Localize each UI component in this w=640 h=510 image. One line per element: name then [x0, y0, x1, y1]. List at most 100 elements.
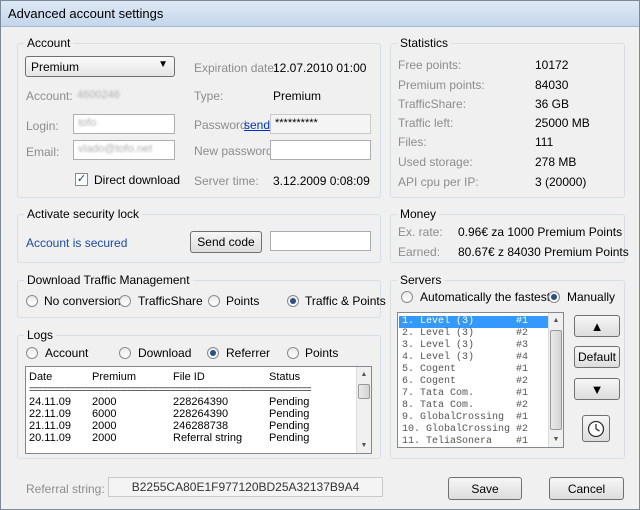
statistics-group-title: Statistics [397, 36, 452, 50]
account-type-select-value: Premium [31, 60, 80, 74]
servers-scrollbar[interactable]: ▲ ▼ [548, 313, 563, 447]
server-item[interactable]: 10. GlobalCrossing #2 [399, 424, 548, 436]
save-button[interactable]: Save [448, 477, 522, 500]
logs-radio-account[interactable] [26, 347, 38, 359]
default-button[interactable]: Default [574, 346, 620, 368]
servers-mode-label[interactable]: Manually [567, 290, 615, 304]
logs-cell-date: 20.11.09 [29, 432, 72, 444]
exchange-rate-value: 0.96€ za 1000 Premium Points [458, 225, 623, 239]
account-type-select[interactable]: Premium ▼ [25, 56, 175, 77]
traffic-radio-no-conversion[interactable] [26, 295, 38, 307]
email-input-value: vlado@tofo.net [78, 143, 153, 155]
scroll-up-icon[interactable]: ▲ [357, 367, 371, 382]
server-item[interactable]: 7. Tata Com. #1 [399, 388, 548, 400]
server-item[interactable]: 3. Level (3) #3 [399, 340, 548, 352]
logs-scrollbar[interactable]: ▲ ▼ [356, 367, 371, 453]
logs-filter-label[interactable]: Referrer [226, 346, 270, 360]
referral-string-field[interactable]: B2255CA80E1F977120BD25A32137B9A4 [108, 477, 383, 497]
server-item-tag: #3 [516, 340, 529, 351]
logs-row[interactable]: 24.11.09 2000 228264390 Pending [26, 397, 356, 408]
server-item[interactable]: 11. TeliaSonera #1 [399, 436, 548, 447]
server-item[interactable]: 2. Level (3) #2 [399, 328, 548, 340]
security-status: Account is secured [26, 236, 128, 250]
server-item-name: 11. TeliaSonera [402, 436, 493, 447]
window-title: Advanced account settings [8, 6, 164, 21]
logs-radio-referrer[interactable] [207, 347, 219, 359]
server-item-tag: #2 [516, 424, 529, 435]
logs-cell-status: Pending [269, 420, 310, 432]
clock-icon [587, 420, 605, 437]
money-group-title: Money [397, 207, 440, 221]
scroll-up-icon[interactable]: ▲ [549, 313, 563, 328]
title-bar[interactable]: Advanced account settings [1, 1, 639, 27]
logs-cell-status: Pending [269, 396, 310, 408]
logs-row[interactable]: 21.11.09 2000 246288738 Pending [26, 421, 356, 432]
servers-mode-label[interactable]: Automatically the fastest [420, 290, 550, 304]
cancel-button-label: Cancel [567, 481, 606, 496]
traffic-management-group-title: Download Traffic Management [24, 273, 193, 287]
logs-row[interactable]: 22.11.09 6000 228264390 Pending [26, 409, 356, 420]
servers-radio-manual[interactable] [548, 291, 560, 303]
move-up-button[interactable]: ▲ [574, 315, 620, 337]
traffic-option-label[interactable]: Points [226, 294, 259, 308]
server-item[interactable]: 8. Tata Com. #2 [399, 400, 548, 412]
new-password-input[interactable] [270, 140, 371, 160]
stat-label: Files: [398, 135, 427, 149]
account-group-title: Account [24, 36, 74, 50]
speed-test-button[interactable] [582, 415, 610, 442]
logs-filter-label[interactable]: Points [305, 346, 338, 360]
server-item[interactable]: 9. GlobalCrossing #1 [399, 412, 548, 424]
servers-list[interactable]: 1. Level (3) #1 2. Level (3) #2 3. Level (… [397, 312, 564, 448]
traffic-radio-traffic-and-points[interactable] [287, 295, 299, 307]
stat-value: 111 [535, 135, 554, 149]
logs-cell-file-id: 246288738 [173, 420, 229, 432]
move-down-button[interactable]: ▼ [574, 378, 620, 400]
stat-label: Premium points: [398, 78, 485, 92]
direct-download-checkbox[interactable]: ✓ [75, 173, 88, 186]
servers-radio-automatic[interactable] [401, 291, 413, 303]
logs-row[interactable]: 20.11.09 2000 Referral string Pending [26, 433, 356, 444]
server-item[interactable]: 4. Level (3) #4 [399, 352, 548, 364]
direct-download-label[interactable]: Direct download [94, 173, 180, 187]
password-field: ********** [270, 114, 371, 134]
server-item[interactable]: 6. Cogent #2 [399, 376, 548, 388]
server-item[interactable]: 5. Cogent #1 [399, 364, 548, 376]
login-input-value: tofo [78, 117, 97, 129]
server-item-tag: #2 [516, 328, 529, 339]
default-button-label: Default [577, 350, 617, 364]
traffic-option-label[interactable]: Traffic & Points [305, 294, 386, 308]
send-code-button[interactable]: Send code [190, 231, 262, 253]
servers-scroll-thumb[interactable] [550, 330, 562, 430]
traffic-radio-trafficshare[interactable] [119, 295, 131, 307]
exchange-rate-label: Ex. rate: [398, 225, 443, 239]
email-input[interactable]: vlado@tofo.net [73, 140, 175, 160]
security-code-input[interactable] [270, 231, 371, 251]
traffic-option-label[interactable]: TrafficShare [138, 294, 203, 308]
server-item-tag: #1 [516, 316, 529, 327]
logs-separator-text: ========================================… [29, 385, 312, 395]
save-button-label: Save [471, 481, 499, 496]
traffic-option-label[interactable]: No conversion [44, 294, 121, 308]
scroll-down-icon[interactable]: ▼ [549, 432, 563, 447]
logs-cell-date: 22.11.09 [29, 408, 72, 420]
servers-group-title: Servers [397, 273, 445, 287]
traffic-radio-points[interactable] [208, 295, 220, 307]
scroll-down-icon[interactable]: ▼ [357, 438, 371, 453]
arrow-down-icon: ▼ [590, 381, 604, 397]
logs-header-premium: Premium [92, 371, 137, 383]
logs-radio-points[interactable] [287, 347, 299, 359]
cancel-button[interactable]: Cancel [549, 477, 624, 500]
password-send-link[interactable]: send [244, 118, 270, 132]
logs-filter-label[interactable]: Account [45, 346, 88, 360]
server-item-name: 5. Cogent [402, 364, 457, 375]
server-item-tag: #2 [516, 400, 529, 411]
earned-value: 80.67€ z 84030 Premium Points [458, 245, 629, 259]
logs-radio-download[interactable] [119, 347, 131, 359]
server-item[interactable]: 1. Level (3) #1 [399, 316, 548, 328]
login-input[interactable]: tofo [73, 114, 175, 134]
logs-list[interactable]: Date Premium File ID Status ============… [25, 366, 372, 454]
referral-string-label: Referral string: [26, 482, 105, 496]
logs-scroll-thumb[interactable] [358, 384, 370, 399]
logs-filter-label[interactable]: Download [138, 346, 191, 360]
type-value: Premium [273, 89, 322, 103]
